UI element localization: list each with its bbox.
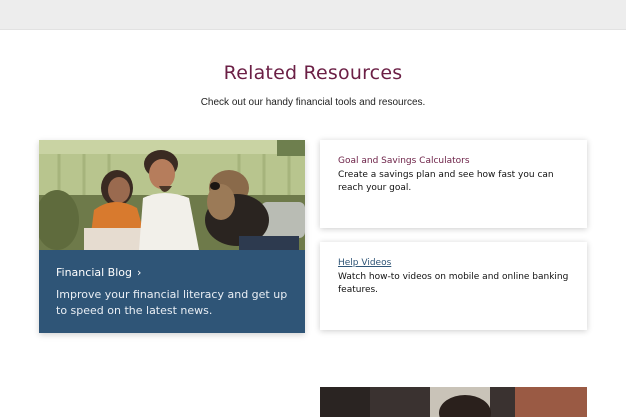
blog-title-link[interactable]: Financial Blog › (56, 266, 141, 279)
section-title: Related Resources (223, 62, 403, 84)
couple-with-dog-photo (39, 140, 305, 250)
help-videos-card[interactable]: Help Videos Watch how-to videos on mobil… (320, 242, 587, 330)
chevron-right-icon: › (136, 266, 142, 279)
calculators-card[interactable]: Goal and Savings Calculators Create a sa… (320, 140, 587, 228)
help-videos-description: Watch how-to videos on mobile and online… (338, 272, 569, 295)
section-subtitle: Check out our handy financial tools and … (200, 97, 426, 108)
calculators-title[interactable]: Goal and Savings Calculators (338, 156, 470, 166)
bottom-resource-photo (320, 387, 587, 417)
blog-description: Improve your financial literacy and get … (56, 288, 288, 317)
blog-title: Financial Blog (56, 266, 132, 279)
help-videos-link[interactable]: Help Videos (338, 258, 391, 268)
calculators-description: Create a savings plan and see how fast y… (338, 170, 554, 193)
blog-card-body: Financial Blog › Improve your financial … (39, 250, 305, 333)
top-bar (0, 0, 626, 30)
financial-blog-card[interactable]: Financial Blog › Improve your financial … (39, 140, 305, 333)
